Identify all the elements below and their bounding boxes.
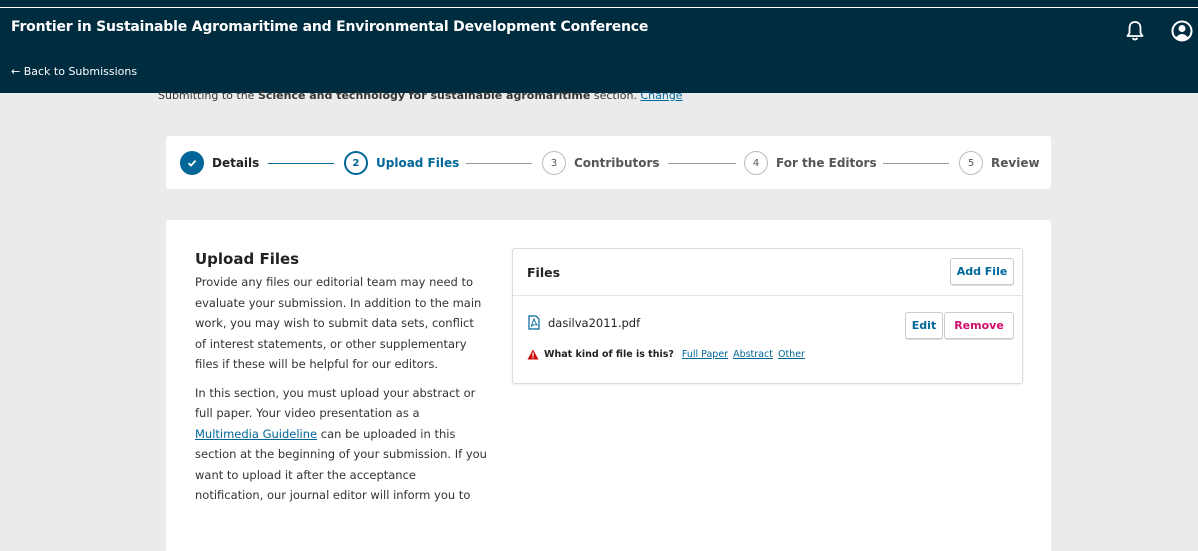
step-label: For the Editors xyxy=(776,156,877,170)
step-number: 2 xyxy=(344,151,368,175)
multimedia-guideline-link[interactable]: Multimedia Guideline xyxy=(195,427,317,441)
site-title: Frontier in Sustainable Agromaritime and… xyxy=(11,19,649,35)
step-review[interactable]: 5 Review xyxy=(959,150,1040,176)
pdf-file-icon xyxy=(528,315,540,330)
step-label: Contributors xyxy=(574,156,660,170)
step-label: Upload Files xyxy=(376,156,460,170)
remove-file-button[interactable]: Remove xyxy=(944,312,1014,339)
step-connector xyxy=(466,163,532,164)
paragraph-text: In this section, you must upload your ab… xyxy=(195,385,476,421)
section-name: Science and technology for sustainable a… xyxy=(257,89,591,102)
step-label: Review xyxy=(991,156,1040,170)
instructions-paragraph: In this section, you must upload your ab… xyxy=(195,383,487,506)
files-list-panel: Files Add File dasilva2011.pdf Edit Remo… xyxy=(512,248,1023,384)
file-type-question: What kind of file is this? xyxy=(544,349,674,360)
checkmark-icon xyxy=(180,151,204,175)
submitting-prefix: Submitting to the xyxy=(158,89,258,102)
step-connector xyxy=(668,163,736,164)
add-file-button[interactable]: Add File xyxy=(950,258,1014,285)
step-upload-files[interactable]: 2 Upload Files xyxy=(344,150,459,176)
step-number: 5 xyxy=(959,151,983,175)
upload-files-panel: Upload Files Provide any files our edito… xyxy=(166,220,1051,551)
files-title: Files xyxy=(527,265,561,280)
file-name[interactable]: dasilva2011.pdf xyxy=(548,316,640,330)
step-for-the-editors[interactable]: 4 For the Editors xyxy=(744,150,877,176)
file-type-selector: What kind of file is this? Full Paper Ab… xyxy=(527,349,810,360)
step-connector xyxy=(883,163,949,164)
upload-instructions: Upload Files Provide any files our edito… xyxy=(195,250,487,506)
submitting-suffix: section. xyxy=(590,89,641,102)
file-type-abstract[interactable]: Abstract xyxy=(733,349,773,360)
bell-icon[interactable] xyxy=(1125,20,1145,42)
step-number: 3 xyxy=(542,151,566,175)
instructions-paragraph: Provide any files our editorial team may… xyxy=(195,275,482,371)
site-header: Frontier in Sustainable Agromaritime and… xyxy=(0,0,1198,93)
file-item: dasilva2011.pdf xyxy=(527,315,640,330)
user-icon[interactable] xyxy=(1171,20,1193,42)
submission-steps: Details 2 Upload Files 3 Contributors 4 … xyxy=(166,136,1051,189)
submitting-info: Submitting to the Science and technology… xyxy=(158,89,683,102)
change-section-link[interactable]: Change xyxy=(640,89,682,102)
step-label: Details xyxy=(212,156,260,170)
file-type-other[interactable]: Other xyxy=(778,349,805,360)
section-title: Upload Files xyxy=(195,250,300,268)
step-contributors[interactable]: 3 Contributors xyxy=(542,150,660,176)
edit-file-button[interactable]: Edit xyxy=(905,312,943,339)
step-number: 4 xyxy=(744,151,768,175)
divider xyxy=(513,295,1022,296)
back-to-submissions-link[interactable]: ← Back to Submissions xyxy=(11,65,137,78)
header-divider xyxy=(0,7,1198,8)
file-type-full-paper[interactable]: Full Paper xyxy=(682,349,728,360)
step-connector xyxy=(268,163,334,164)
step-details[interactable]: Details xyxy=(180,150,259,176)
warning-icon xyxy=(527,349,539,360)
